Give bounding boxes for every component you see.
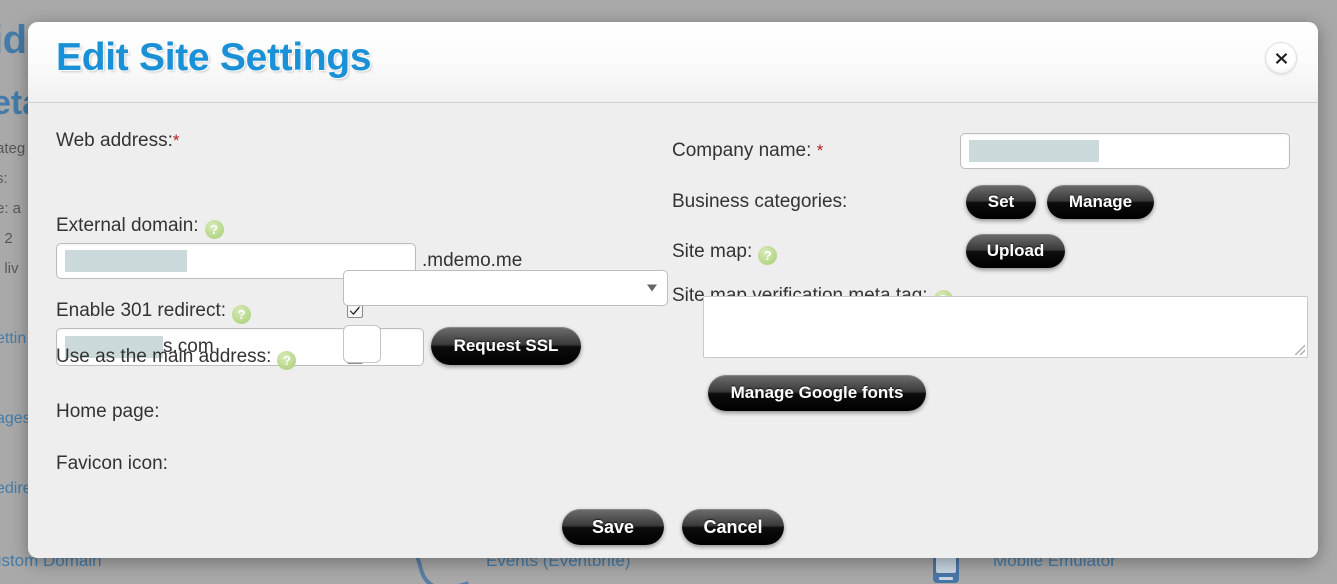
help-icon[interactable]: ? bbox=[204, 220, 224, 239]
save-button[interactable]: Save bbox=[562, 509, 664, 545]
site-map-label: Site map:? bbox=[672, 241, 778, 265]
dialog-body: Web address:* .mdemo.me External domain:… bbox=[28, 103, 1318, 558]
help-icon[interactable]: ? bbox=[277, 351, 297, 370]
web-address-suffix: .mdemo.me bbox=[422, 250, 523, 271]
manage-google-fonts-button[interactable]: Manage Google fonts bbox=[708, 375, 926, 411]
enable-301-redirect-label-text: Enable 301 redirect: bbox=[56, 300, 227, 321]
site-map-label-text: Site map: bbox=[672, 241, 753, 262]
chevron-down-icon bbox=[647, 284, 657, 292]
enable-301-redirect-label: Enable 301 redirect:? bbox=[56, 300, 252, 324]
help-icon[interactable]: ? bbox=[232, 305, 252, 324]
request-ssl-button[interactable]: Request SSL bbox=[431, 327, 581, 365]
background-meta-line: e: a bbox=[0, 200, 22, 217]
favicon-upload-box[interactable] bbox=[343, 325, 381, 363]
background-meta-line: : liv bbox=[0, 260, 19, 277]
background-link[interactable]: ages bbox=[0, 410, 31, 428]
external-domain-label-text: External domain: bbox=[56, 215, 199, 236]
home-page-dropdown[interactable] bbox=[343, 270, 668, 306]
background-heading-1: id bbox=[0, 18, 27, 62]
redacted-value bbox=[969, 140, 1099, 162]
upload-sitemap-button[interactable]: Upload bbox=[966, 234, 1065, 268]
background-meta-line: ateg bbox=[0, 140, 26, 157]
edit-site-settings-dialog: Edit Site Settings Web address:* .mdemo.… bbox=[28, 22, 1318, 558]
background-link[interactable]: ettin bbox=[0, 330, 26, 348]
close-icon[interactable] bbox=[1266, 43, 1296, 73]
home-page-label: Home page: bbox=[56, 401, 160, 422]
required-marker: * bbox=[172, 131, 180, 150]
resize-grip-icon[interactable] bbox=[1295, 345, 1305, 355]
external-domain-label: External domain:? bbox=[56, 215, 224, 239]
main-address-label-text: Use as the main address: bbox=[56, 346, 272, 367]
help-icon[interactable]: ? bbox=[758, 246, 778, 265]
background-meta-line: : 2 bbox=[0, 230, 13, 247]
company-name-label-text: Company name: bbox=[672, 140, 812, 161]
favicon-label: Favicon icon: bbox=[56, 453, 168, 474]
meta-tag-textarea[interactable] bbox=[703, 296, 1308, 358]
main-address-label: Use as the main address:? bbox=[56, 346, 297, 370]
web-address-label: Web address:* bbox=[56, 130, 180, 152]
required-marker: * bbox=[816, 141, 824, 160]
background-link[interactable]: edire bbox=[0, 480, 32, 498]
business-categories-label: Business categories: bbox=[672, 191, 848, 212]
background-meta-line: s: bbox=[0, 170, 8, 187]
cancel-button[interactable]: Cancel bbox=[682, 509, 784, 545]
set-categories-button[interactable]: Set bbox=[966, 185, 1036, 219]
web-address-label-text: Web address: bbox=[56, 130, 173, 151]
dialog-footer: Save Cancel bbox=[28, 496, 1318, 558]
company-name-input[interactable] bbox=[960, 133, 1290, 169]
dialog-header: Edit Site Settings bbox=[28, 22, 1318, 103]
manage-categories-button[interactable]: Manage bbox=[1047, 185, 1154, 219]
company-name-label: Company name: * bbox=[672, 140, 823, 162]
redacted-value bbox=[65, 250, 187, 272]
page-title: Edit Site Settings bbox=[56, 36, 372, 79]
